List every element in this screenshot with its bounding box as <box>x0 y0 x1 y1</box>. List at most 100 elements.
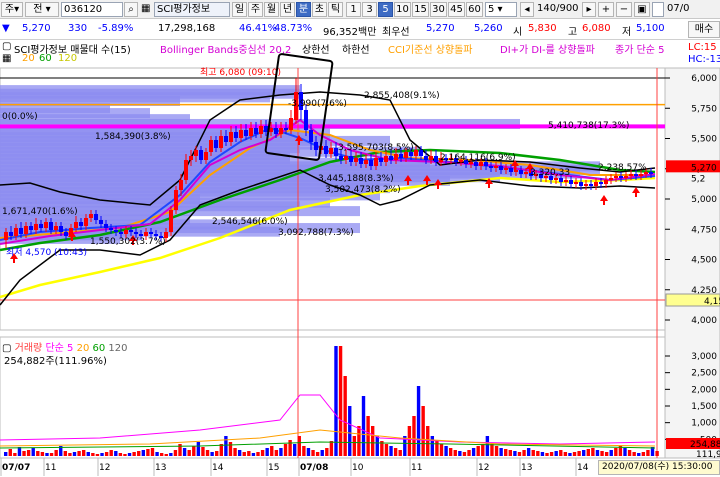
price-tick-label: 4,750 <box>691 225 717 235</box>
candle-body <box>324 146 328 154</box>
annotation-v7: 2,164,116(6.9%) <box>440 153 516 163</box>
volume-bar <box>17 447 22 456</box>
x-axis-label: 11 <box>45 463 56 473</box>
candle-body <box>279 128 283 134</box>
volume-bar <box>150 448 155 456</box>
candle-body <box>504 168 508 170</box>
volume-value-text: 254,882주(111.96%) <box>4 356 107 367</box>
volume-bar <box>334 346 338 456</box>
candle-body <box>64 232 68 236</box>
volume-bar <box>205 450 210 456</box>
candle-body <box>389 156 393 160</box>
candle-body <box>379 158 383 162</box>
candle-body <box>364 160 368 164</box>
volume-ma120[interactable]: 120 <box>108 343 127 354</box>
candle-body <box>59 226 63 232</box>
candle-body <box>199 150 203 160</box>
volume-bar <box>26 450 31 456</box>
annotation-v12: 3,092,788(7.3%) <box>278 228 354 238</box>
candle-body <box>609 178 613 180</box>
volume-bar <box>164 454 168 456</box>
volume-bar <box>260 450 265 456</box>
volume-bar <box>412 416 416 456</box>
volume-bar <box>646 450 650 456</box>
x-axis-label: 10 <box>352 463 364 473</box>
candle-body <box>419 150 423 156</box>
volume-bar <box>283 444 288 456</box>
candle-body <box>304 110 308 130</box>
volume-bar <box>426 426 430 456</box>
annotation-v3: 5,410,738(17.3%) <box>548 121 629 131</box>
volume-bar <box>210 452 214 456</box>
volume-bar <box>481 444 485 456</box>
candle-body <box>649 172 653 174</box>
candle-body <box>514 170 518 172</box>
x-axis-label: 14 <box>212 463 224 473</box>
volume-bar <box>100 453 104 456</box>
volume-bar <box>614 448 618 456</box>
volume-bar <box>40 452 45 456</box>
volume-bar <box>95 454 100 456</box>
volume-bar <box>141 450 146 456</box>
x-axis-label: 11 <box>411 463 422 473</box>
volume-bar <box>637 453 641 456</box>
volume-bar <box>435 441 439 456</box>
volume-bar <box>476 446 480 456</box>
candle-body <box>559 178 563 182</box>
x-axis-label: 15 <box>268 463 279 473</box>
volume-bar <box>325 448 329 456</box>
volume-bar <box>22 451 26 456</box>
volume-bar <box>453 450 457 456</box>
volume-bar <box>352 436 357 456</box>
volume-bar <box>494 446 499 456</box>
volume-bar <box>302 446 306 456</box>
volume-bar <box>366 416 370 456</box>
candle-body <box>39 224 43 228</box>
volume-bar <box>187 450 191 456</box>
candle-body <box>104 224 108 228</box>
current-price-tag2-label: 5,2 <box>691 174 705 184</box>
volume-bar <box>306 448 311 456</box>
candle-body <box>194 150 198 156</box>
candle-body <box>174 190 178 210</box>
volume-bar <box>462 452 467 456</box>
candle-body <box>149 232 153 234</box>
volume-bar <box>182 448 187 456</box>
volume-bar <box>215 451 219 456</box>
volume-bar <box>632 452 636 456</box>
volume-bar <box>13 453 17 456</box>
candle-body <box>219 136 223 148</box>
volume-bar <box>416 386 421 456</box>
volume-bar <box>104 452 109 456</box>
candle-body <box>554 178 558 180</box>
volume-bar <box>242 452 246 456</box>
volume-bar <box>159 453 164 456</box>
candle-body <box>434 156 438 162</box>
candle-body <box>44 222 48 228</box>
candle-body <box>584 184 588 186</box>
candle-body <box>574 182 578 184</box>
volume-bar <box>68 453 72 456</box>
price-tick-label: 4,500 <box>691 256 717 266</box>
volume-bar <box>591 448 595 456</box>
price-chart: 최고 6,080 (09:10) 최저 4,570 (10:43) 2,855,40… <box>0 53 720 476</box>
volume-bar <box>499 448 503 456</box>
volume-tick-label: 1,500 <box>691 402 717 412</box>
candle-body <box>569 180 573 184</box>
volume-tick-label: 2,000 <box>691 385 717 395</box>
volume-tick-label: 1,000 <box>691 419 717 429</box>
volume-bar <box>311 450 315 456</box>
annotation-v10: 1,671,470(1.6%) <box>2 207 78 217</box>
candle-body <box>414 150 418 156</box>
candle-body <box>349 156 353 162</box>
volume-bar <box>36 451 40 456</box>
annotation-v13: 1,550,302(3.7%) <box>90 237 166 247</box>
volume-bar <box>389 446 393 456</box>
candle-body <box>89 214 93 218</box>
annotation-v6: 3,595,703(8.5%) <box>338 143 414 153</box>
volume-bar <box>504 449 508 456</box>
candle-body <box>99 220 103 224</box>
volume-bar <box>526 448 531 456</box>
volume-bar <box>531 450 535 456</box>
volume-bar <box>86 452 90 456</box>
